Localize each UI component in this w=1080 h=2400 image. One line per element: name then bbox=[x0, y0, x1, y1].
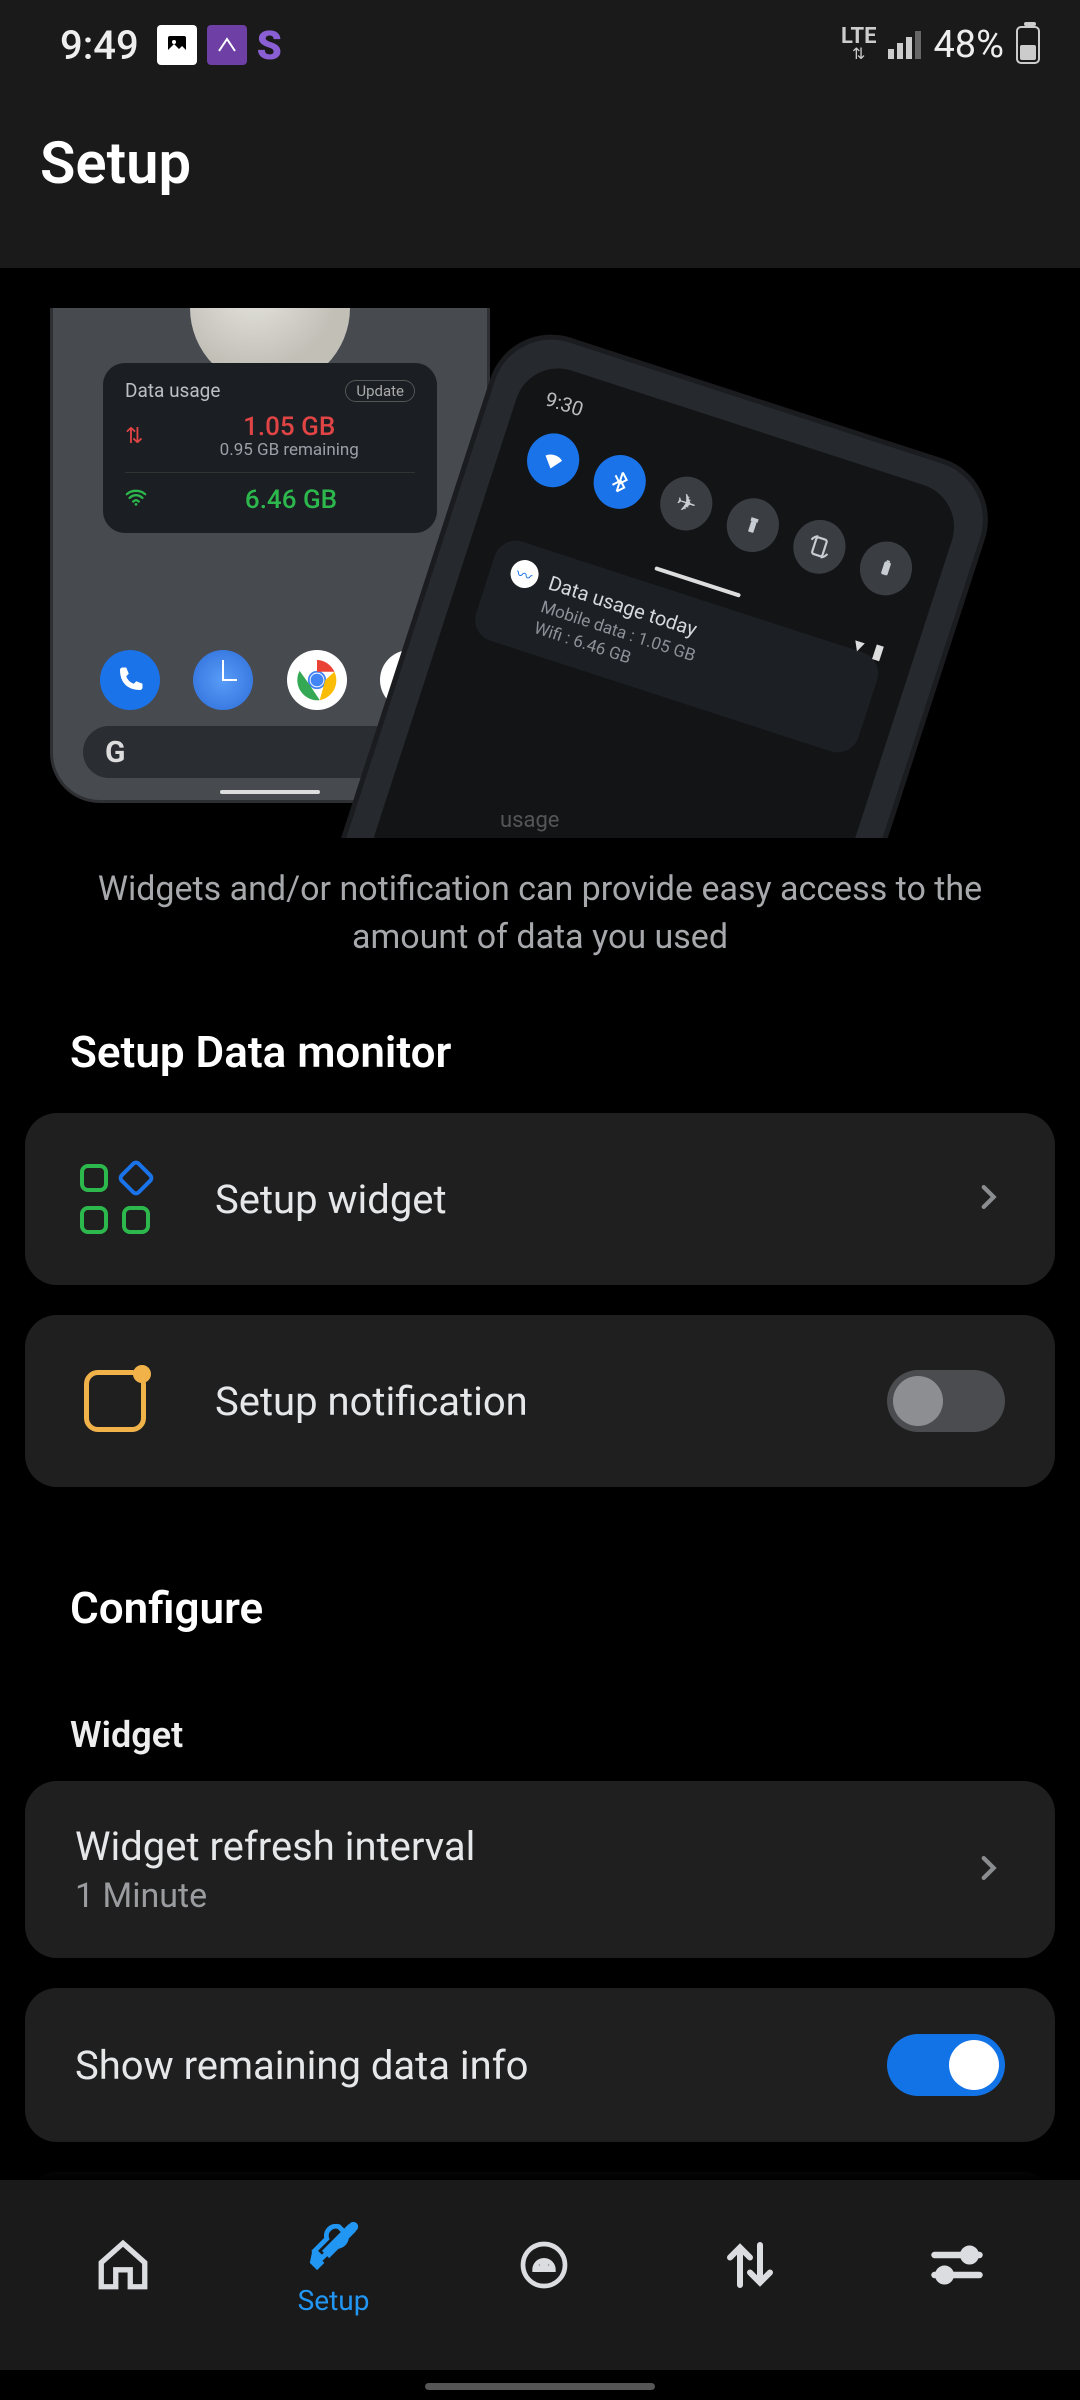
refresh-interval-value: 1 Minute bbox=[75, 1876, 971, 1916]
preview-mobile-value: 1.05 GB bbox=[163, 412, 415, 442]
preview-usage-label: usage bbox=[500, 808, 559, 833]
battery-small-icon: ▮ bbox=[870, 638, 888, 664]
preview-mobile-remaining: 0.95 GB remaining bbox=[163, 440, 415, 460]
gesture-handle-icon bbox=[220, 790, 320, 794]
gesture-bar[interactable] bbox=[425, 2383, 655, 2390]
clock-app-icon bbox=[193, 650, 253, 710]
nav-speed[interactable] bbox=[718, 2233, 782, 2297]
phone-app-icon bbox=[100, 650, 160, 710]
section-setup-monitor-title: Setup Data monitor bbox=[0, 961, 1080, 1113]
airplane-toggle-icon: ✈ bbox=[653, 470, 719, 537]
status-app-icons: S bbox=[157, 22, 282, 69]
home-icon bbox=[91, 2233, 155, 2297]
content: Data usage Update ⇅ 1.05 GB 0.95 GB rema… bbox=[0, 308, 1080, 2349]
preview-widget-card: Data usage Update ⇅ 1.05 GB 0.95 GB rema… bbox=[103, 363, 437, 533]
preview-widget-update: Update bbox=[345, 380, 415, 402]
rotate-toggle-icon bbox=[786, 513, 852, 580]
data-arrows-icon: ⇅ bbox=[852, 46, 865, 62]
preview-illustration: Data usage Update ⇅ 1.05 GB 0.95 GB rema… bbox=[50, 308, 1080, 838]
signal-icon bbox=[888, 31, 921, 59]
battery-icon bbox=[1016, 26, 1040, 64]
up-down-arrows-icon bbox=[718, 2233, 782, 2297]
status-bar: 9:49 S LTE ⇅ 48% bbox=[0, 0, 1080, 90]
page-title: Setup bbox=[40, 130, 1040, 198]
letter-s-icon: S bbox=[257, 22, 282, 69]
wifi-icon bbox=[125, 486, 147, 514]
nav-setup[interactable]: Setup bbox=[298, 2214, 370, 2317]
setup-notification-label: Setup notification bbox=[215, 1378, 887, 1425]
notification-icon bbox=[84, 1370, 146, 1432]
widget-subsection-title: Widget bbox=[0, 1669, 1080, 1781]
widget-icon bbox=[80, 1164, 150, 1234]
network-indicator: LTE ⇅ bbox=[841, 28, 876, 62]
show-remaining-row[interactable]: Show remaining data info bbox=[25, 1988, 1055, 2142]
show-remaining-toggle[interactable] bbox=[887, 2034, 1005, 2096]
setup-widget-label: Setup widget bbox=[215, 1176, 971, 1223]
refresh-interval-title: Widget refresh interval bbox=[75, 1823, 971, 1870]
picture-icon bbox=[157, 25, 197, 65]
nav-home[interactable] bbox=[91, 2233, 155, 2297]
section-configure-title: Configure bbox=[0, 1517, 1080, 1669]
status-right: LTE ⇅ 48% bbox=[841, 23, 1040, 67]
preview-wifi-value: 6.46 GB bbox=[167, 485, 415, 515]
app-purple-icon bbox=[207, 25, 247, 65]
nav-setup-label: Setup bbox=[298, 2284, 370, 2317]
setup-notification-toggle[interactable] bbox=[887, 1370, 1005, 1432]
bottom-nav: Setup bbox=[0, 2180, 1080, 2370]
app-notif-icon: 〰 bbox=[507, 556, 542, 591]
chevron-right-icon bbox=[971, 1180, 1005, 1218]
status-left: 9:49 S bbox=[60, 22, 282, 69]
preview-widget-title: Data usage bbox=[125, 379, 220, 402]
chevron-right-icon bbox=[971, 1851, 1005, 1889]
android-circle-icon bbox=[512, 2233, 576, 2297]
flashlight-toggle-icon bbox=[720, 491, 786, 558]
bluetooth-toggle-icon bbox=[587, 448, 653, 515]
wifi-small-icon: ▾ bbox=[851, 632, 868, 658]
battery-percentage: 48% bbox=[933, 23, 1004, 67]
preview-caption: Widgets and/or notification can provide … bbox=[0, 838, 1080, 961]
google-g-icon: G bbox=[105, 735, 125, 770]
setup-widget-row[interactable]: Setup widget bbox=[25, 1113, 1055, 1285]
sliders-icon bbox=[925, 2233, 989, 2297]
app-header: Setup bbox=[0, 90, 1080, 268]
tools-icon bbox=[302, 2214, 366, 2278]
nav-app-usage[interactable] bbox=[512, 2233, 576, 2297]
setup-notification-row[interactable]: Setup notification bbox=[25, 1315, 1055, 1487]
chrome-app-icon bbox=[287, 650, 347, 710]
battery-toggle-icon bbox=[853, 535, 919, 602]
wifi-toggle-icon bbox=[520, 427, 586, 494]
status-time: 9:49 bbox=[60, 22, 139, 69]
widget-refresh-interval-row[interactable]: Widget refresh interval 1 Minute bbox=[25, 1781, 1055, 1958]
show-remaining-label: Show remaining data info bbox=[75, 2042, 887, 2089]
nav-settings[interactable] bbox=[925, 2233, 989, 2297]
mobile-data-icon: ⇅ bbox=[125, 424, 143, 449]
